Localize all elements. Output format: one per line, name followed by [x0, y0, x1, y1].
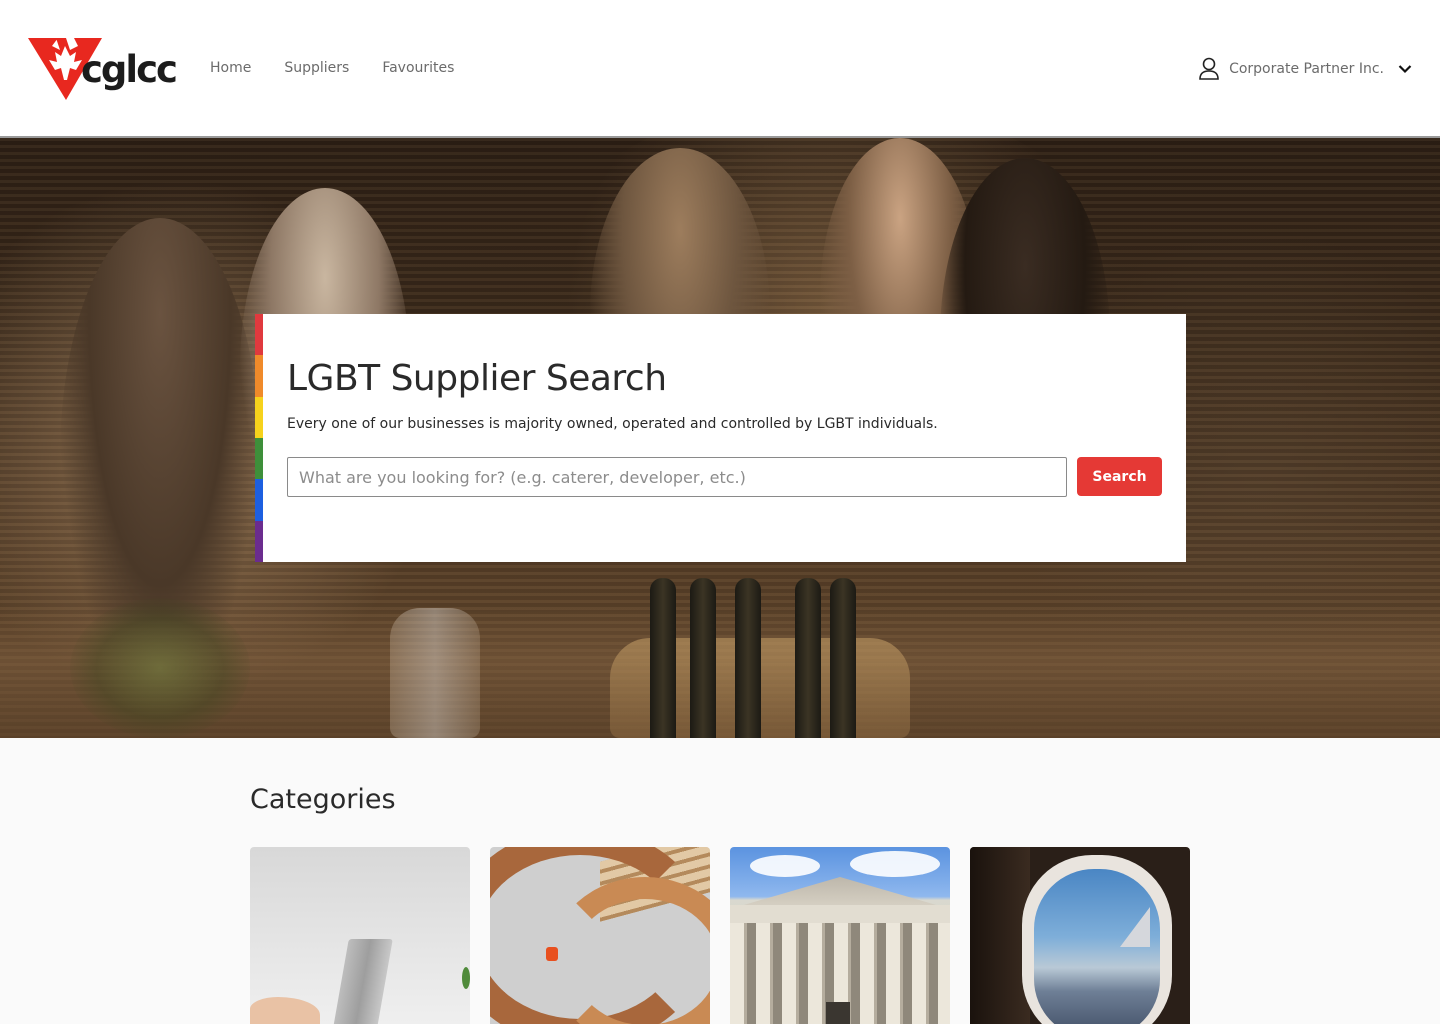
supplier-search-card: LGBT Supplier Search Every one of our bu…	[255, 314, 1186, 562]
hero-bottle	[690, 578, 716, 738]
nav-suppliers[interactable]: Suppliers	[284, 60, 349, 76]
user-menu[interactable]: Corporate Partner Inc.	[1198, 57, 1412, 81]
cglcc-logo[interactable]: cglcc	[26, 36, 178, 104]
page-subtitle: Every one of our businesses is majority …	[287, 416, 938, 432]
hero-bottle	[830, 578, 856, 738]
rainbow-purple	[255, 520, 263, 562]
main-nav: Home Suppliers Favourites	[210, 60, 487, 76]
search-input[interactable]	[287, 457, 1067, 497]
category-card-laptop[interactable]	[250, 847, 470, 1024]
rainbow-blue	[255, 479, 263, 521]
user-name: Corporate Partner Inc.	[1229, 61, 1384, 77]
categories-heading: Categories	[250, 784, 396, 815]
nav-favourites[interactable]: Favourites	[382, 60, 454, 76]
user-icon	[1199, 57, 1219, 80]
chevron-down-icon[interactable]	[1398, 64, 1412, 74]
hero-bottle	[795, 578, 821, 738]
category-cards	[250, 847, 1190, 1024]
rainbow-stripe	[255, 314, 263, 562]
laptop-image	[331, 939, 393, 1024]
cabin-shade-image	[970, 847, 1030, 1024]
door-image	[826, 1002, 850, 1024]
category-card-staircase[interactable]	[490, 847, 710, 1024]
entablature-image	[730, 905, 950, 923]
hero-carafe	[390, 608, 480, 738]
hero-bottle	[735, 578, 761, 738]
rainbow-green	[255, 437, 263, 480]
category-card-airplane[interactable]	[970, 847, 1190, 1024]
worker-image	[546, 947, 558, 961]
hand-image	[250, 997, 320, 1024]
hero-plant	[70, 598, 250, 738]
category-card-courthouse[interactable]	[730, 847, 950, 1024]
cloud-image	[750, 855, 820, 877]
rainbow-red	[255, 314, 263, 356]
nav-home[interactable]: Home	[210, 60, 251, 76]
cloud-image	[850, 851, 940, 877]
leaf-image	[462, 967, 470, 989]
rainbow-yellow	[255, 396, 263, 438]
logo-text: cglcc	[81, 48, 178, 91]
rainbow-orange	[255, 355, 263, 397]
hero-bottle	[650, 578, 676, 738]
search-button[interactable]: Search	[1077, 457, 1162, 496]
site-header: cglcc Home Suppliers Favourites Corporat…	[0, 0, 1440, 138]
page-title: LGBT Supplier Search	[287, 358, 667, 399]
